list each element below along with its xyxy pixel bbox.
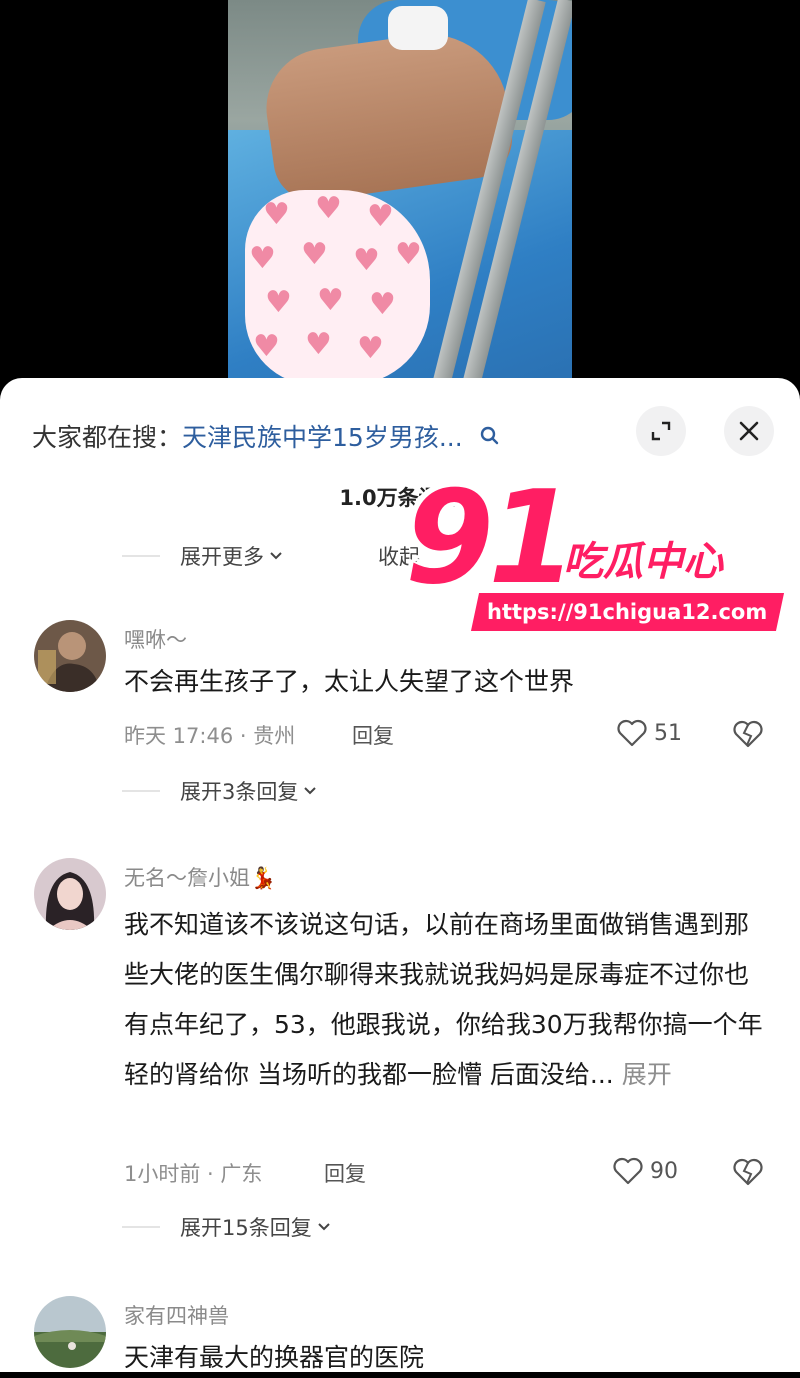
heart-sticker-icon: ♥ bbox=[317, 283, 344, 318]
heart-sticker-icon: ♥ bbox=[305, 327, 332, 362]
comment-meta: 1小时前 · 广东 bbox=[124, 1162, 263, 1186]
broken-heart-icon[interactable] bbox=[732, 718, 764, 750]
expand-replies-label: 展开15条回复 bbox=[180, 1216, 312, 1240]
heart-sticker-icon: ♥ bbox=[315, 191, 342, 226]
watermark-logo: 91 吃瓜中心 https://91chigua12.com bbox=[405, 475, 800, 635]
avatar[interactable] bbox=[34, 620, 106, 692]
trending-search[interactable]: 大家都在搜： 天津民族中学15岁男孩... bbox=[32, 418, 501, 454]
video-player[interactable]: ♥ ♥ ♥ ♥ ♥ ♥ ♥ ♥ ♥ ♥ ♥ ♥ ♥ bbox=[0, 0, 800, 400]
expand-replies-label: 展开3条回复 bbox=[180, 780, 299, 804]
like-button[interactable]: 90 bbox=[612, 1156, 678, 1186]
heart-sticker-icon: ♥ bbox=[395, 237, 422, 272]
heart-sticker-icon: ♥ bbox=[301, 237, 328, 272]
heart-sticker-icon: ♥ bbox=[265, 285, 292, 320]
expand-more-button[interactable]: 展开更多 bbox=[122, 541, 284, 571]
watermark-number: 91 bbox=[405, 464, 577, 613]
heart-sticker-icon: ♥ bbox=[263, 197, 290, 232]
divider bbox=[122, 555, 160, 557]
trending-search-label: 大家都在搜： bbox=[32, 423, 183, 452]
comment-username[interactable]: 家有四神兽 bbox=[124, 1300, 229, 1330]
expand-text-link[interactable]: 展开 bbox=[622, 1060, 672, 1089]
comment-text: 天津有最大的换器官的医院 bbox=[124, 1343, 425, 1372]
expand-icon bbox=[651, 421, 671, 441]
watermark-url-banner: https://91chigua12.com bbox=[470, 593, 785, 631]
heart-outline-icon bbox=[613, 1157, 643, 1185]
like-count: 51 bbox=[654, 720, 682, 746]
avatar[interactable] bbox=[34, 858, 106, 930]
search-icon[interactable] bbox=[479, 425, 501, 447]
heart-sticker-icon: ♥ bbox=[357, 331, 384, 366]
divider bbox=[122, 790, 160, 792]
chevron-down-icon bbox=[318, 1223, 330, 1231]
reply-button[interactable]: 回复 bbox=[324, 1158, 366, 1188]
heart-sticker-icon: ♥ bbox=[367, 199, 394, 234]
chevron-down-icon bbox=[304, 787, 317, 795]
watermark-url: https://91chigua12.com bbox=[487, 600, 768, 624]
expand-button[interactable] bbox=[636, 406, 686, 456]
video-neck-brace bbox=[388, 6, 448, 50]
avatar[interactable] bbox=[34, 1296, 106, 1368]
heart-outline-icon bbox=[617, 719, 647, 747]
heart-sticker-icon: ♥ bbox=[253, 329, 280, 364]
like-button[interactable]: 51 bbox=[616, 718, 682, 748]
expand-replies-button[interactable]: 展开3条回复 bbox=[122, 776, 318, 806]
close-button[interactable] bbox=[724, 406, 774, 456]
censor-sticker: ♥ ♥ ♥ ♥ ♥ ♥ ♥ ♥ ♥ ♥ ♥ ♥ ♥ bbox=[245, 190, 430, 385]
heart-sticker-icon: ♥ bbox=[353, 243, 380, 278]
comment-username[interactable]: 嘿咻～ bbox=[124, 624, 187, 654]
trending-search-term[interactable]: 天津民族中学15岁男孩... bbox=[182, 418, 463, 454]
watermark-name: 吃瓜中心 bbox=[563, 539, 723, 585]
reply-button[interactable]: 回复 bbox=[352, 720, 394, 750]
expand-replies-button[interactable]: 展开15条回复 bbox=[122, 1212, 332, 1242]
chevron-down-icon bbox=[270, 552, 282, 560]
expand-more-label: 展开更多 bbox=[180, 545, 264, 569]
comment-text: 不会再生孩子了，太让人失望了这个世界 bbox=[124, 667, 575, 696]
heart-sticker-icon: ♥ bbox=[369, 287, 396, 322]
like-count: 90 bbox=[650, 1158, 678, 1184]
comment-meta: 昨天 17:46 · 贵州 bbox=[124, 724, 296, 748]
broken-heart-icon[interactable] bbox=[732, 1156, 764, 1188]
comment-username[interactable]: 无名～詹小姐💃 bbox=[124, 862, 276, 892]
divider bbox=[122, 1226, 160, 1228]
comment-text: 我不知道该不该说这句话，以前在商场里面做销售遇到那些大佬的医生偶尔聊得来我就说我… bbox=[124, 900, 764, 1100]
heart-sticker-icon: ♥ bbox=[249, 241, 276, 276]
close-icon bbox=[739, 421, 759, 441]
